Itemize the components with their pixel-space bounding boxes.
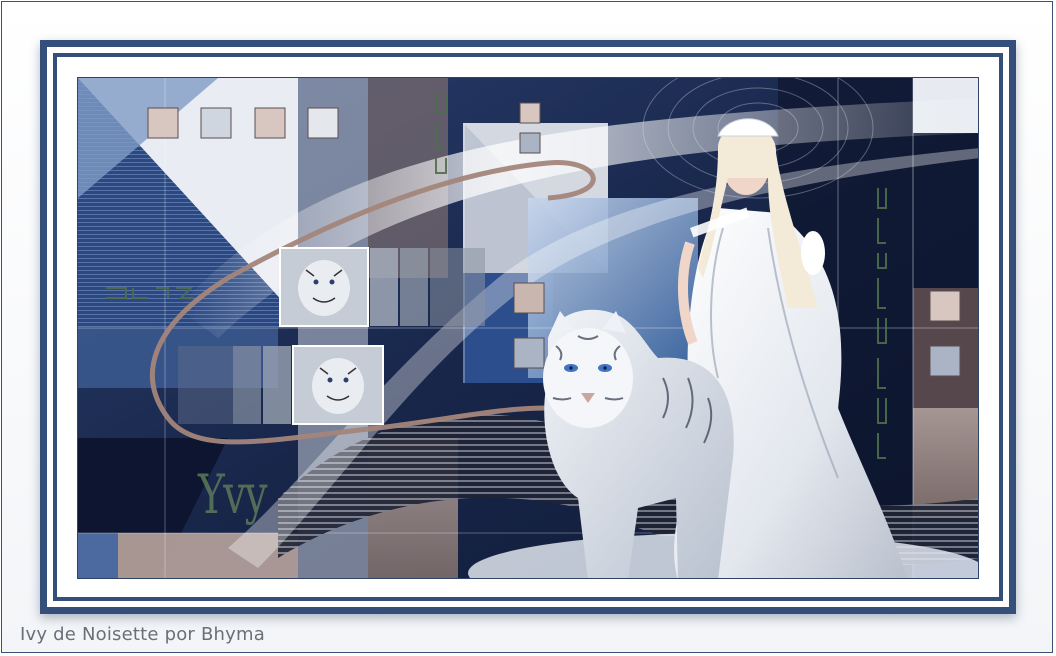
tiger-thumbnails-upper [279, 247, 485, 327]
credit-signature: Ivy de Noisette por Bhyma [20, 624, 265, 645]
tiger-thumbnails-lower [178, 345, 384, 425]
author-mark: Yvy [198, 463, 267, 526]
artwork-canvas: Yvy [77, 77, 979, 579]
